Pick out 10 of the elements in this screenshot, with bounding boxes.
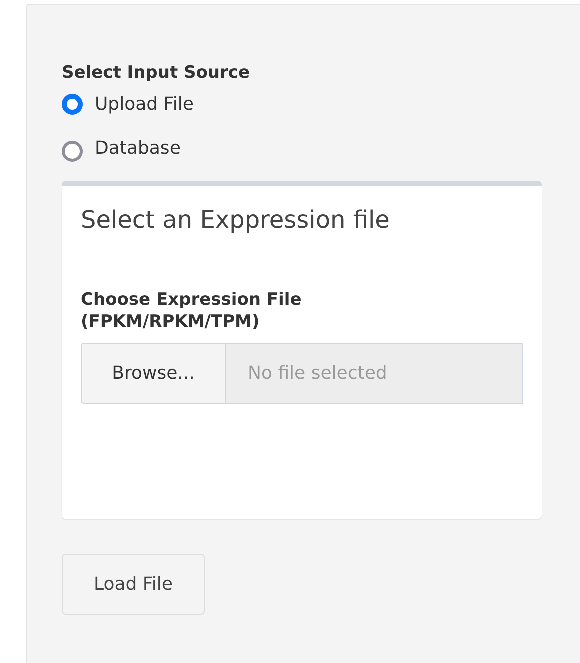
radio-group-label: Select Input Source: [62, 63, 252, 85]
radio-button[interactable]: [62, 94, 83, 114]
radio-label[interactable]: Database: [95, 138, 181, 158]
radio-button[interactable]: [62, 140, 83, 162]
file-name-field[interactable]: No file selected: [226, 343, 523, 404]
field-label: Choose Expression File (FPKM/RPKM/TPM): [81, 289, 303, 334]
browse-button[interactable]: Browse...: [81, 343, 226, 404]
card-title: Select an Exppression file: [81, 206, 391, 234]
radio-label[interactable]: Upload File: [95, 94, 194, 114]
load-file-button[interactable]: Load File: [62, 554, 205, 615]
